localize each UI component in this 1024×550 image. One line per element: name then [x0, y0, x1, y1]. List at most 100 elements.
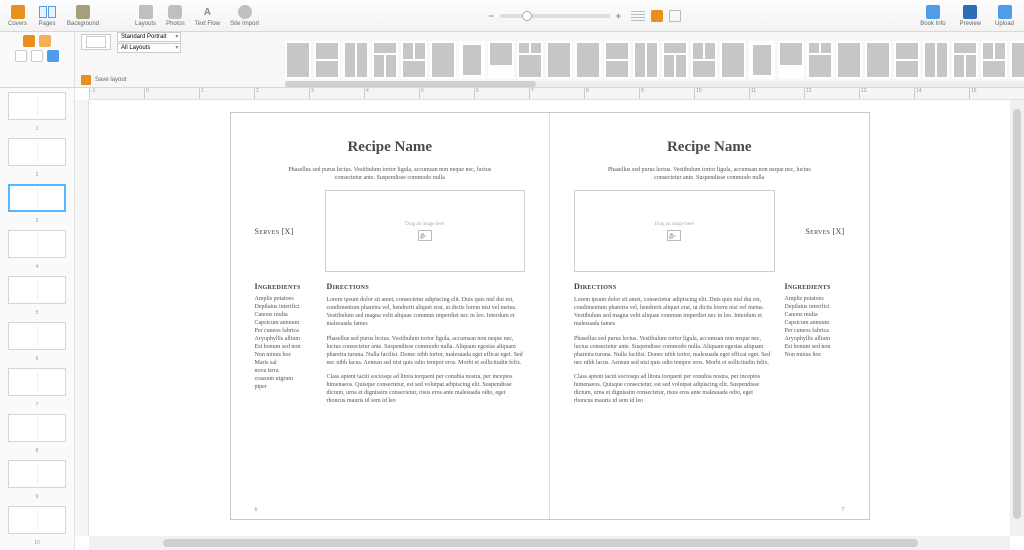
new-page-button[interactable]	[23, 35, 35, 47]
ruler-tick: -1	[89, 88, 95, 99]
layout-option[interactable]	[517, 41, 543, 79]
covers-button[interactable]: Covers	[4, 4, 31, 27]
book-format-select[interactable]: Standard Portrait	[117, 32, 181, 42]
layout-option[interactable]	[720, 41, 746, 79]
recipe-title[interactable]: Recipe Name	[574, 139, 845, 156]
layout-option[interactable]	[836, 41, 862, 79]
upload-icon	[998, 5, 1012, 19]
page-thumbnail[interactable]	[8, 506, 66, 534]
layout-option[interactable]	[401, 41, 427, 79]
page-thumbnail[interactable]	[8, 322, 66, 350]
image-icon	[667, 230, 681, 241]
layout-option[interactable]	[1010, 41, 1024, 79]
page-thumbnail[interactable]	[8, 276, 66, 304]
directions-block[interactable]: Directions Lorem ipsum dolor sit amet, c…	[574, 282, 773, 411]
layout-option[interactable]	[691, 41, 717, 79]
layout-option[interactable]	[662, 41, 688, 79]
layout-option[interactable]	[546, 41, 572, 79]
recipe-title[interactable]: Recipe Name	[255, 139, 526, 156]
siteimport-button[interactable]: Site Import	[226, 4, 263, 27]
ruler-tick: 11	[749, 88, 756, 99]
current-layout-thumb[interactable]	[81, 34, 111, 50]
page-thumbnail[interactable]	[8, 184, 66, 213]
save-layout-button[interactable]: Save layout	[81, 75, 126, 85]
layout-option[interactable]	[865, 41, 891, 79]
layout-option[interactable]	[314, 41, 340, 79]
layout-option[interactable]	[894, 41, 920, 79]
ruler-tick: 1	[199, 88, 204, 99]
layout-option[interactable]	[285, 41, 311, 79]
ingredients-block[interactable]: Ingredients Amplis potatoesDepilatus int…	[255, 282, 315, 411]
bounds-toggle-icon[interactable]	[669, 10, 681, 22]
layout-option[interactable]	[778, 41, 804, 79]
page-thumbnail[interactable]	[8, 92, 66, 120]
undo-button[interactable]	[15, 50, 27, 62]
layout-option[interactable]	[372, 41, 398, 79]
settings-button[interactable]	[47, 50, 59, 62]
zoom-thumb[interactable]	[522, 11, 532, 21]
layout-thumbnail-strip	[285, 32, 1024, 87]
page-right[interactable]: Recipe Name Phasellus sed purus lectus. …	[549, 113, 869, 519]
ingredients-block[interactable]: Ingredients Amplis potatoesDepilatus int…	[785, 282, 845, 411]
layout-option[interactable]	[575, 41, 601, 79]
file-action-column	[0, 32, 75, 87]
page-number: 7	[842, 507, 845, 513]
page-thumbnail[interactable]	[8, 230, 66, 258]
image-dropzone[interactable]: Drag an image here	[325, 190, 526, 272]
layout-option[interactable]	[604, 41, 630, 79]
layout-option[interactable]	[430, 41, 456, 79]
serves-label[interactable]: Serves [X]	[255, 227, 315, 236]
layout-option[interactable]	[952, 41, 978, 79]
ruler-tick: 2	[254, 88, 259, 99]
ingredient-item: crassum nigrum	[255, 376, 315, 382]
photos-icon	[168, 5, 182, 19]
page-thumbnail[interactable]	[8, 414, 66, 442]
layout-filter-select[interactable]: All Layouts	[117, 43, 181, 53]
ruler-tick: 10	[694, 88, 702, 99]
pages-button[interactable]: Pages	[33, 4, 61, 27]
ruler-tick: 12	[804, 88, 812, 99]
recipe-subtitle[interactable]: Phasellus sed purus lectus. Vestibulum t…	[599, 166, 819, 182]
layout-option[interactable]	[807, 41, 833, 79]
layout-option[interactable]	[633, 41, 659, 79]
zoom-out-button[interactable]: −	[488, 11, 493, 21]
redo-button[interactable]	[31, 50, 43, 62]
page-left[interactable]: Recipe Name Phasellus sed purus lectus. …	[231, 113, 550, 519]
bookinfo-button[interactable]: Book Info	[916, 4, 949, 27]
align-icon[interactable]	[631, 11, 645, 21]
preview-button[interactable]: Preview	[956, 4, 985, 27]
recipe-subtitle[interactable]: Phasellus sed purus lectus. Vestibulum t…	[280, 166, 500, 182]
page-thumbnail-number: 2	[36, 172, 39, 178]
page-thumbnail-number: 9	[36, 494, 39, 500]
canvas[interactable]: Recipe Name Phasellus sed purus lectus. …	[89, 100, 1010, 536]
layout-option[interactable]	[923, 41, 949, 79]
layouts-button[interactable]: Layouts	[131, 4, 160, 27]
layout-option[interactable]	[459, 41, 485, 79]
horizontal-scrollbar[interactable]	[89, 536, 1010, 550]
image-dropzone[interactable]: Drag an image here	[574, 190, 775, 272]
page-thumbnail[interactable]	[8, 138, 66, 166]
directions-heading: Directions	[327, 282, 526, 291]
duplicate-page-button[interactable]	[39, 35, 51, 47]
ingredient-item: Maris sal	[255, 360, 315, 366]
background-button[interactable]: Background	[63, 4, 103, 27]
serves-label[interactable]: Serves [X]	[785, 227, 845, 236]
photos-button[interactable]: Photos	[162, 4, 189, 27]
zoom-slider[interactable]	[500, 14, 610, 18]
layout-option[interactable]	[488, 41, 514, 79]
page-thumbnail[interactable]	[8, 368, 66, 396]
layout-strip-scrollbar[interactable]	[285, 81, 1024, 87]
ingredient-item: Per cuneos fabrica	[785, 328, 845, 334]
textflow-button[interactable]: A Text Flow	[191, 4, 224, 27]
layout-option[interactable]	[343, 41, 369, 79]
layout-strip: Standard Portrait All Layouts Save layou…	[75, 32, 1024, 87]
layout-option[interactable]	[981, 41, 1007, 79]
page-thumbnail[interactable]	[8, 460, 66, 488]
layout-option[interactable]	[749, 41, 775, 79]
upload-button[interactable]: Upload	[991, 4, 1018, 27]
directions-block[interactable]: Directions Lorem ipsum dolor sit amet, c…	[327, 282, 526, 411]
vertical-scrollbar[interactable]	[1010, 100, 1024, 536]
page-thumbnail-number: 10	[34, 540, 40, 546]
ingredient-item: Aryophyllis allium	[785, 336, 845, 342]
color-swatch-icon[interactable]	[651, 10, 663, 22]
